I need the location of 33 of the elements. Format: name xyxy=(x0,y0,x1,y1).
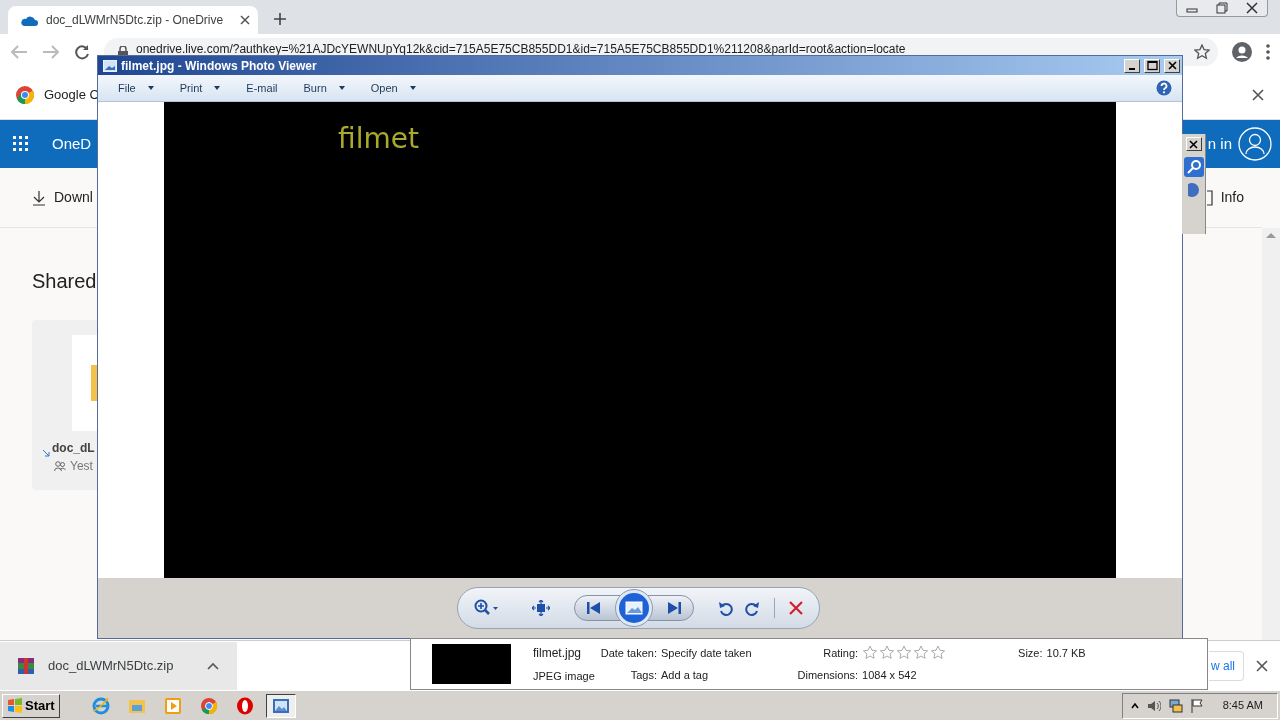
sign-in-link[interactable]: n in xyxy=(1207,132,1232,156)
show-all-button[interactable]: w all xyxy=(1209,651,1244,681)
menu-button[interactable]: Burn xyxy=(293,77,355,99)
menu-button[interactable]: Print xyxy=(169,77,231,99)
section-heading: Shared xyxy=(32,269,98,294)
field-value[interactable]: Add a tag xyxy=(661,667,752,684)
menu-button[interactable]: Open xyxy=(360,77,426,99)
file-meta: Yest xyxy=(70,458,93,475)
file-type: JPEG image xyxy=(533,668,595,684)
field-label: Rating: xyxy=(822,645,859,661)
field-value: 10.7 KB xyxy=(1046,646,1086,661)
download-file-name: doc_dLWMrN5Dtc.zip xyxy=(48,656,175,675)
app-name[interactable]: OneD xyxy=(52,132,92,156)
file-name[interactable]: doc_dL xyxy=(52,439,95,457)
download-item[interactable]: doc_dLWMrN5Dtc.zip xyxy=(0,641,237,690)
browser-tab[interactable]: doc_dLWMrN5Dtc.zip - OneDrive xyxy=(8,6,258,34)
field-value: 1084 x 542 xyxy=(862,668,918,683)
menu-button[interactable]: E-mail xyxy=(236,77,288,99)
field-label: Tags: xyxy=(629,668,657,683)
file-name: filmet.jpg xyxy=(533,644,583,662)
field-label: Dimensions: xyxy=(797,668,859,683)
tab-title: doc_dLWMrN5Dtc.zip - OneDrive xyxy=(46,12,225,29)
field-label: Date taken: xyxy=(600,645,657,661)
url-text: onedrive.live.com/?authkey=%21AJDcYEWNUpYq12k&cid=715A5E75CB855DD1&id=715A5E75CB855DD1%211208&parId=root&action=locate xyxy=(136,42,907,56)
field-label: Size: xyxy=(1018,646,1043,661)
command-label[interactable]: Downl xyxy=(54,187,93,208)
start-button[interactable]: Start xyxy=(2,693,60,718)
clock: 8:45 AM xyxy=(1222,698,1263,714)
menu-button[interactable]: File xyxy=(108,77,164,99)
file-card[interactable]: doc_dL Yest xyxy=(32,320,97,490)
command-label[interactable]: Info xyxy=(1220,187,1244,208)
image-text: filmet xyxy=(338,122,419,155)
field-value[interactable]: Specify date taken xyxy=(661,644,752,661)
